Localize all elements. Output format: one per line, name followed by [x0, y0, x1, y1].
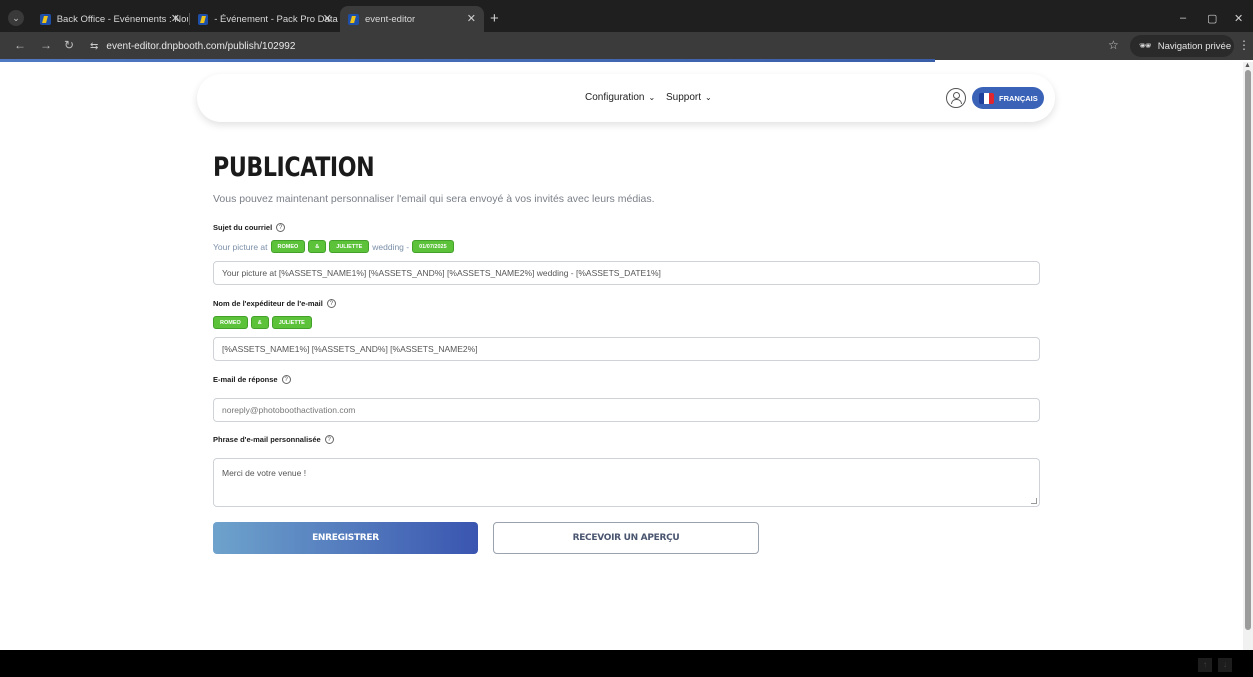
tab-title: event-editor — [365, 13, 416, 25]
variable-chip[interactable]: JULIETTE — [271, 316, 312, 329]
help-icon[interactable]: ? — [324, 435, 334, 444]
dnp-favicon-icon — [198, 13, 209, 25]
dnp-favicon-icon — [348, 13, 359, 25]
help-icon[interactable]: ? — [276, 223, 286, 232]
footer-bar: ↑ ↓ — [0, 650, 1253, 677]
site-header: Configuration ⌄ Support ⌄ FRANÇAIS — [197, 74, 1055, 122]
tab-title: Back Office - Evénements : Nou — [56, 13, 188, 25]
save-button[interactable]: ENREGISTRER — [213, 522, 478, 554]
france-flag-icon — [979, 92, 994, 104]
phrase-label-text: Phrase d'e-mail personnalisée — [213, 435, 321, 444]
reload-icon[interactable]: ↻ — [64, 38, 74, 52]
dnp-favicon-icon — [40, 13, 51, 25]
menu-label: Configuration — [585, 92, 645, 103]
help-icon[interactable]: ? — [281, 375, 291, 384]
page-title: PUBLICATION — [213, 152, 375, 183]
help-icon[interactable]: ? — [326, 299, 336, 308]
browser-toolbar: ← → ↻ ⇆ event-editor.dnpbooth.com/publis… — [0, 32, 1253, 60]
menu-kebab-icon[interactable]: ⋮ — [1238, 38, 1250, 52]
date-chip[interactable]: 01/07/2025 — [412, 240, 454, 253]
preview-text: Your picture at — [213, 241, 268, 252]
chevron-down-icon: ⌄ — [648, 93, 656, 102]
language-selector-button[interactable]: FRANÇAIS — [972, 87, 1044, 109]
new-tab-button[interactable]: + — [490, 10, 499, 27]
restore-icon[interactable]: ▢ — [1207, 12, 1217, 25]
reply-email-label: E-mail de réponse ? — [213, 375, 291, 384]
tab-strip: ⌄ Back Office - Evénements : Nou ✕ - Évé… — [0, 4, 1253, 32]
browser-chrome: ⌄ Back Office - Evénements : Nou ✕ - Évé… — [0, 0, 1253, 62]
subject-preview: Your picture at ROMEO & JULIETTE wedding… — [213, 240, 457, 253]
url-text: event-editor.dnpbooth.com/publish/102992 — [106, 40, 296, 52]
preview-text: wedding - — [372, 241, 410, 252]
page-scrollbar[interactable]: ▲ — [1243, 62, 1253, 650]
menu-configuration[interactable]: Configuration ⌄ — [585, 92, 655, 103]
private-browsing-badge[interactable]: 🕶 Navigation privée — [1130, 35, 1234, 57]
variable-chip[interactable]: ROMEO — [213, 316, 248, 329]
sender-preview: ROMEO & JULIETTE — [213, 316, 315, 329]
subject-label-text: Sujet du courriel — [213, 223, 273, 232]
subject-input[interactable]: Your picture at [%ASSETS_NAME1%] [%ASSET… — [213, 261, 1040, 285]
scroll-up-icon[interactable]: ▲ — [1244, 62, 1251, 69]
subject-label: Sujet du courriel ? — [213, 223, 286, 232]
tab-title: - Événement - Pack Pro Data (E — [214, 13, 340, 25]
site-info-icon[interactable]: ⇆ — [90, 41, 98, 52]
reply-email-input[interactable]: noreply@photoboothactivation.com — [213, 398, 1040, 422]
variable-chip[interactable]: & — [250, 316, 269, 329]
chevron-down-icon: ⌄ — [705, 93, 712, 102]
resize-handle-icon[interactable] — [1031, 498, 1037, 504]
sender-name-input[interactable]: [%ASSETS_NAME1%] [%ASSETS_AND%] [%ASSETS… — [213, 337, 1040, 361]
close-tab-icon[interactable]: ✕ — [171, 12, 180, 25]
tab-event-editor[interactable]: event-editor ✕ — [340, 6, 484, 32]
minimize-icon[interactable]: – — [1180, 12, 1186, 24]
tab-back-office[interactable]: Back Office - Evénements : Nou ✕ — [32, 6, 188, 32]
tab-search-icon[interactable]: ⌄ — [8, 10, 24, 26]
arrow-down-icon[interactable]: ↓ — [1218, 658, 1232, 672]
intro-text: Vous pouvez maintenant personnaliser l'e… — [213, 193, 655, 205]
custom-phrase-textarea[interactable]: Merci de votre venue ! — [213, 458, 1040, 507]
user-account-icon[interactable] — [946, 88, 966, 108]
language-label: FRANÇAIS — [999, 93, 1038, 103]
close-window-icon[interactable]: ✕ — [1234, 12, 1243, 25]
receive-preview-button[interactable]: RECEVOIR UN APERÇU — [493, 522, 759, 554]
bookmark-star-icon[interactable]: ☆ — [1108, 38, 1119, 52]
private-label: Navigation privée — [1157, 40, 1232, 52]
reply-label-text: E-mail de réponse — [213, 375, 278, 384]
menu-label: Support — [666, 92, 702, 103]
back-icon[interactable]: ← — [14, 38, 26, 52]
sender-label-text: Nom de l'expéditeur de l'e-mail — [213, 299, 323, 308]
address-bar[interactable]: ⇆ event-editor.dnpbooth.com/publish/1029… — [86, 35, 1104, 57]
custom-phrase-label: Phrase d'e-mail personnalisée ? — [213, 435, 334, 444]
tab-evenement[interactable]: - Événement - Pack Pro Data (E ✕ — [190, 6, 340, 32]
page-content: Configuration ⌄ Support ⌄ FRANÇAIS PUBLI… — [0, 62, 1243, 650]
incognito-icon: 🕶 — [1139, 40, 1152, 52]
phrase-text: Merci de votre venue ! — [222, 468, 307, 478]
scrollbar-thumb[interactable] — [1245, 70, 1251, 630]
variable-chip[interactable]: & — [308, 240, 327, 253]
sender-label: Nom de l'expéditeur de l'e-mail ? — [213, 299, 336, 308]
forward-icon[interactable]: → — [40, 38, 52, 52]
close-tab-icon[interactable]: ✕ — [467, 12, 476, 25]
close-tab-icon[interactable]: ✕ — [323, 12, 332, 25]
menu-support[interactable]: Support ⌄ — [666, 92, 712, 103]
variable-chip[interactable]: ROMEO — [270, 240, 306, 253]
variable-chip[interactable]: JULIETTE — [329, 240, 370, 253]
arrow-up-icon[interactable]: ↑ — [1198, 658, 1212, 672]
